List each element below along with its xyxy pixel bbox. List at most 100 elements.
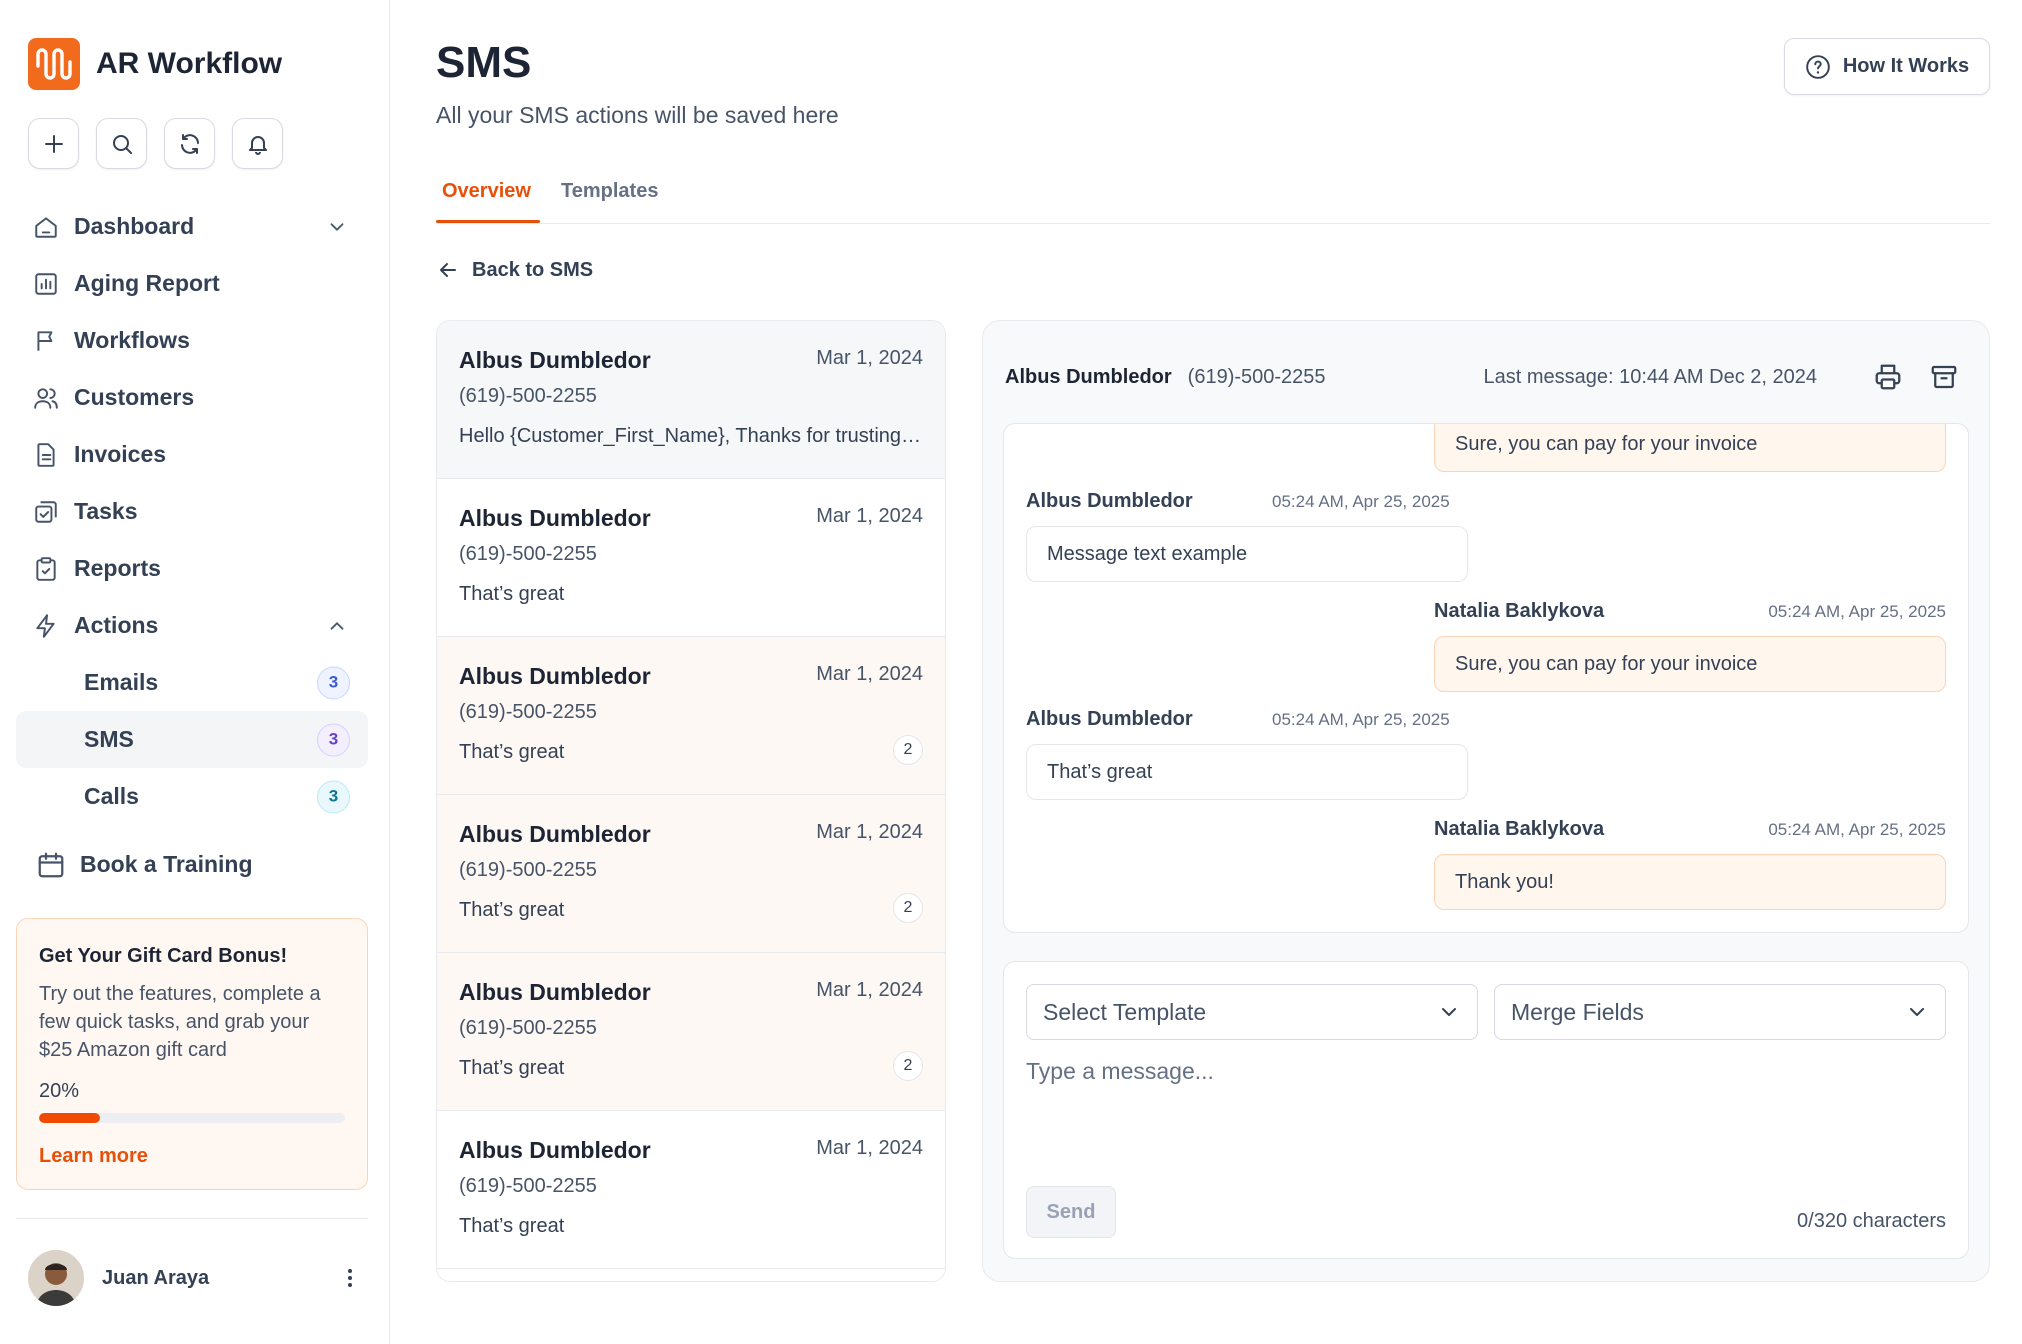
quick-actions [28, 118, 283, 169]
message-preview: That’s great [459, 583, 565, 605]
brand-name: AR Workflow [96, 47, 283, 80]
page-title: SMS [436, 38, 532, 87]
contact-name: Albus Dumbledor [459, 979, 651, 1005]
plus-icon [44, 134, 63, 153]
archive-icon[interactable] [1929, 362, 1959, 392]
message-sender: Natalia Baklykova [1434, 818, 1605, 840]
back-label: Back to SMS [472, 258, 594, 281]
how-it-works-label: How It Works [1842, 55, 1970, 77]
contact-name: Albus Dumbledor [459, 821, 651, 847]
conversation-date: Mar 1, 2024 [816, 821, 923, 843]
conversation-item[interactable]: Albus Dumbledor Mar 1, 2024 (619)-500-22… [437, 479, 945, 637]
chevron-down-icon[interactable] [326, 216, 348, 238]
sidebar-item-label: Invoices [74, 441, 167, 467]
refresh-icon [180, 133, 199, 154]
sidebar-item-label: Reports [74, 555, 161, 581]
refresh-button[interactable] [164, 118, 215, 169]
send-button[interactable]: Send [1026, 1186, 1116, 1238]
unread-badge: 2 [893, 735, 923, 765]
message-time: 05:24 AM, Apr 25, 2025 [1272, 492, 1450, 511]
tab-bar: Overview Templates [436, 172, 1990, 224]
document-icon [37, 442, 55, 467]
unread-badge: 2 [893, 893, 923, 923]
contact-name: Albus Dumbledor [459, 347, 651, 373]
chat-contact-name: Albus Dumbledor [1005, 365, 1172, 388]
progress-bar-fill [39, 1113, 101, 1123]
conversation-date: Mar 1, 2024 [816, 505, 923, 527]
logo-icon [28, 38, 80, 90]
tab-overview[interactable]: Overview [442, 180, 531, 203]
contact-phone: (619)-500-2255 [459, 385, 597, 407]
sidebar-item-label: Workflows [74, 327, 190, 353]
conversation-item[interactable]: Albus Dumbledor Mar 1, 2024 (619)-500-22… [437, 1111, 945, 1269]
contact-name: Albus Dumbledor [459, 663, 651, 689]
merge-fields-label: Merge Fields [1511, 998, 1644, 1025]
tasks-icon [35, 500, 57, 523]
search-button[interactable] [96, 118, 147, 169]
count-badge: 3 [317, 723, 350, 756]
how-it-works-button[interactable]: How It Works [1784, 38, 1990, 95]
message-preview: That’s great [459, 1215, 565, 1237]
promo-title: Get Your Gift Card Bonus! [39, 945, 288, 967]
sidebar-item-invoices[interactable]: Invoices [16, 426, 368, 483]
contact-phone: (619)-500-2255 [459, 1017, 597, 1039]
home-icon [35, 216, 57, 238]
add-button[interactable] [28, 118, 79, 169]
message-input[interactable] [1026, 1058, 1946, 1138]
message-preview: That’s great [459, 741, 565, 763]
brand[interactable]: AR Workflow [28, 38, 282, 90]
chevron-down-icon [1910, 1008, 1924, 1016]
promo-body: Try out the features, complete a few qui… [39, 983, 321, 1061]
sidebar-item-customers[interactable]: Customers [16, 369, 368, 426]
divider [16, 1218, 368, 1219]
search-icon [112, 134, 132, 154]
sidebar-item-emails[interactable]: Emails 3 [16, 654, 368, 711]
conversation-date: Mar 1, 2024 [816, 663, 923, 685]
sidebar-item-calls[interactable]: Calls 3 [16, 768, 368, 825]
incoming-message-bubble: Message text example [1026, 526, 1468, 582]
contact-phone: (619)-500-2255 [459, 859, 597, 881]
sidebar-item-label: Dashboard [74, 213, 195, 239]
user-profile[interactable]: Juan Araya [28, 1250, 368, 1306]
conversation-item[interactable]: Albus Dumbledor Mar 1, 2024 (619)-500-22… [437, 953, 945, 1111]
contact-name: Albus Dumbledor [459, 1137, 651, 1163]
template-select-label: Select Template [1043, 998, 1207, 1025]
conversation-item[interactable]: Albus Dumbledor Mar 1, 2024 (619)-500-22… [437, 637, 945, 795]
message-thread: Sure, you can pay for your invoice Albus… [1003, 423, 1969, 933]
merge-fields-select[interactable]: Merge Fields [1494, 984, 1946, 1040]
conversation-list: Albus Dumbledor Mar 1, 2024 (619)-500-22… [436, 320, 946, 1282]
flag-icon [37, 330, 53, 351]
chat-header: Albus Dumbledor (619)-500-2255 Last mess… [1005, 357, 1965, 397]
sidebar-item-book-training[interactable]: Book a Training [16, 836, 253, 893]
notifications-button[interactable] [232, 118, 283, 169]
more-vertical-icon[interactable] [338, 1266, 362, 1290]
bell-icon [248, 135, 267, 155]
conversation-item[interactable]: Albus Dumbledor Mar 1, 2024 (619)-500-22… [437, 321, 945, 479]
learn-more-link[interactable]: Learn more [39, 1145, 148, 1168]
sidebar-item-reports[interactable]: Reports [16, 540, 368, 597]
conversation-date: Mar 1, 2024 [816, 1137, 923, 1159]
chevron-down-icon [1442, 1008, 1456, 1016]
message-sender: Albus Dumbledor [1026, 708, 1193, 730]
message-composer: Select Template Merge Fields Send 0/320 … [1003, 961, 1969, 1259]
chevron-up-icon[interactable] [326, 615, 348, 637]
conversation-item[interactable]: Albus Dumbledor Mar 1, 2024 (619)-500-22… [437, 795, 945, 953]
back-link[interactable]: Back to SMS [436, 258, 593, 282]
tab-templates[interactable]: Templates [561, 180, 658, 203]
sidebar-item-aging-report[interactable]: Aging Report [16, 255, 368, 312]
bar-chart-icon [35, 272, 57, 295]
conversation-date: Mar 1, 2024 [816, 347, 923, 369]
outgoing-message-bubble: Sure, you can pay for your invoice [1434, 636, 1946, 692]
template-select[interactable]: Select Template [1026, 984, 1478, 1040]
page-subtitle: All your SMS actions will be saved here [436, 102, 839, 128]
contact-phone: (619)-500-2255 [459, 701, 597, 723]
sidebar-item-workflows[interactable]: Workflows [16, 312, 368, 369]
sidebar-item-actions[interactable]: Actions [16, 597, 368, 654]
incoming-message-bubble: That’s great [1026, 744, 1468, 800]
message-time: 05:24 AM, Apr 25, 2025 [1768, 602, 1946, 621]
sidebar-item-dashboard[interactable]: Dashboard [16, 198, 368, 255]
sidebar-item-tasks[interactable]: Tasks [16, 483, 368, 540]
chat-panel: Albus Dumbledor (619)-500-2255 Last mess… [982, 320, 1990, 1282]
printer-icon[interactable] [1873, 362, 1903, 392]
sidebar-item-sms[interactable]: SMS 3 [16, 711, 368, 768]
